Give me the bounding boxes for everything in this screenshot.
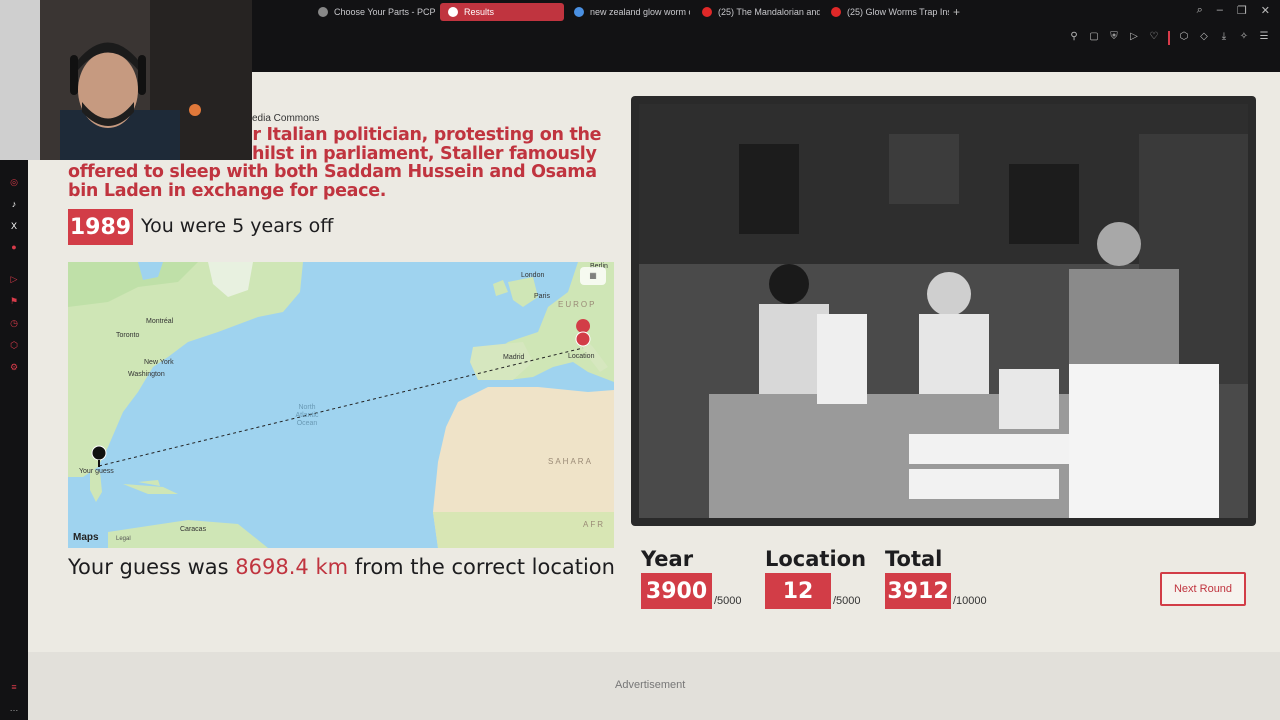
webcam-illustration	[0, 0, 252, 160]
tab-label: (25) The Mandalorian and	[718, 7, 820, 17]
history-icon[interactable]: ◷	[8, 317, 20, 329]
map-label-london: London	[521, 272, 545, 279]
menu-icon[interactable]: ☰	[1258, 31, 1270, 45]
heart-icon[interactable]: ♡	[1148, 31, 1160, 45]
result-map[interactable]: London Paris Berlin Madrid Location Mont…	[68, 262, 614, 548]
year-score: Year 3900 /5000	[641, 547, 742, 609]
tab-label: Choose Your Parts - PCPa	[334, 7, 435, 17]
tab-mandalorian[interactable]: (25) The Mandalorian and	[694, 3, 820, 21]
distance-suffix: from the correct location	[348, 555, 615, 579]
tiktok-icon[interactable]: ♪	[8, 198, 20, 210]
tab-glow-worm-search[interactable]: new zealand glow worm c	[566, 3, 690, 21]
gx-logo-icon: ≡	[11, 682, 17, 692]
map-label-location: Location	[568, 353, 595, 360]
webcam-overlay	[0, 0, 252, 160]
map-label-toronto: Toronto	[116, 332, 140, 339]
year-score-label: Year	[641, 547, 694, 571]
location-score-value: 12	[765, 573, 831, 609]
year-score-max: /5000	[714, 595, 742, 607]
map-label-washington: Washington	[128, 371, 165, 378]
snapshot-icon[interactable]: ▢	[1088, 31, 1100, 45]
map-label-africa: AFR	[583, 520, 605, 529]
advertisement-label: Advertisement	[615, 679, 686, 691]
historic-photo	[639, 104, 1248, 518]
pin-icon[interactable]: ⚲	[1068, 31, 1080, 45]
map-label-europe: EUROP	[558, 300, 597, 309]
location-score: Location 12 /5000	[765, 547, 866, 609]
next-round-button[interactable]: Next Round	[1160, 572, 1246, 606]
total-score-value: 3912	[885, 573, 951, 609]
bookmark-icon[interactable]: ⚑	[8, 295, 20, 307]
distance-prefix: Your guess was	[68, 555, 236, 579]
year-feedback: You were 5 years off	[141, 215, 334, 237]
music-icon[interactable]: ●	[8, 241, 20, 253]
map-label-madrid: Madrid	[503, 354, 525, 361]
total-score: Total 3912 /10000	[885, 547, 987, 609]
total-score-max: /10000	[953, 595, 987, 607]
settings-icon[interactable]: ⚙	[8, 361, 20, 373]
new-tab-button[interactable]: +	[953, 5, 960, 19]
google-icon	[574, 7, 584, 17]
distance-result: Your guess was 8698.4 km from the correc…	[68, 555, 615, 579]
map-label-new-york: New York	[144, 359, 174, 366]
location-score-max: /5000	[833, 595, 861, 607]
tab-results[interactable]: Results	[440, 3, 564, 21]
map-label-sahara: SAHARA	[548, 457, 593, 466]
search-icon[interactable]: ⌕	[1197, 4, 1203, 17]
globe-icon	[318, 7, 328, 17]
maps-logo: Maps	[73, 532, 99, 543]
page-header-dark	[252, 52, 1280, 72]
map-label-ocean: North Atlantic Ocean	[295, 404, 319, 427]
year-score-value: 3900	[641, 573, 712, 609]
location-score-label: Location	[765, 547, 867, 571]
window-controls: ⌕ – ❐ ✕	[1197, 4, 1270, 17]
extensions-icon[interactable]: ⬡	[1178, 31, 1190, 45]
maps-logo-text: Maps	[73, 532, 99, 543]
toolbar-divider	[1168, 31, 1170, 45]
play-icon[interactable]: ▷	[1128, 31, 1140, 45]
map-label-caracas: Caracas	[180, 526, 207, 533]
youtube-icon	[831, 7, 841, 17]
restore-icon[interactable]: ❐	[1237, 4, 1247, 17]
download-icon[interactable]: ⤓	[1218, 31, 1230, 45]
close-icon[interactable]: ✕	[1261, 4, 1270, 17]
map-type-button[interactable]: ▦	[580, 267, 606, 285]
more-icon[interactable]: …	[8, 702, 20, 714]
extensions-icon[interactable]: ⬡	[8, 339, 20, 351]
map-legal-link[interactable]: Legal	[116, 536, 131, 542]
tab-glow-worms-trap[interactable]: (25) Glow Worms Trap Ins	[823, 3, 949, 21]
x-icon[interactable]: X	[8, 220, 20, 232]
youtube-icon	[702, 7, 712, 17]
map-label-your-guess: Your guess	[79, 468, 114, 475]
tab-label: new zealand glow worm c	[590, 7, 690, 17]
minimize-icon[interactable]: –	[1217, 4, 1223, 17]
page-icon	[448, 7, 458, 17]
tab-label: (25) Glow Worms Trap Ins	[847, 7, 949, 17]
historic-photo-frame	[631, 96, 1256, 526]
tab-choose-parts[interactable]: Choose Your Parts - PCPa	[310, 3, 435, 21]
total-score-label: Total	[885, 547, 943, 571]
photo-illustration	[639, 104, 1248, 518]
player-icon[interactable]: ▷	[8, 273, 20, 285]
shield-icon[interactable]: ⛨	[1108, 31, 1120, 45]
map-land	[68, 262, 614, 548]
distance-value: 8698.4 km	[235, 555, 349, 579]
instagram-icon[interactable]: ◎	[8, 176, 20, 188]
ai-icon[interactable]: ✧	[1238, 31, 1250, 45]
cube-icon[interactable]: ◇	[1198, 31, 1210, 45]
map-label-paris: Paris	[534, 293, 550, 300]
photo-credit: edia Commons	[252, 113, 320, 124]
correct-year-badge: 1989	[68, 209, 133, 245]
tab-label: Results	[464, 7, 495, 17]
map-label-montreal: Montréal	[146, 318, 174, 325]
